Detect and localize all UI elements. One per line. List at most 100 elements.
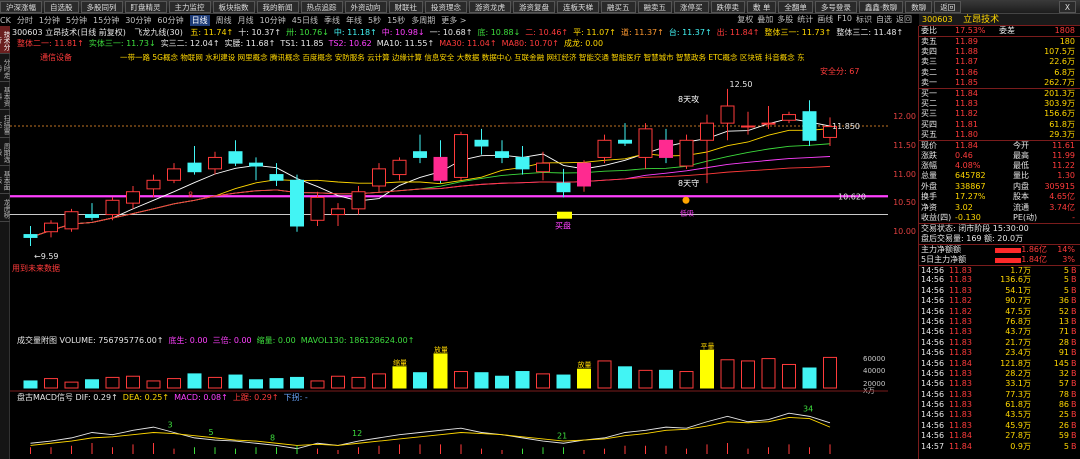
- chart-tool-3[interactable]: 统计: [797, 14, 813, 25]
- period-5[interactable]: 30分钟: [125, 15, 151, 26]
- bid-row-3: 买四 11.81 61.8万: [919, 120, 1080, 130]
- toolbar-button-23[interactable]: 返回: [934, 0, 962, 13]
- chart-tool-2[interactable]: 多股: [777, 14, 793, 25]
- candle: [474, 139, 489, 147]
- tick-row-7-cell-3: 28: [1058, 337, 1069, 347]
- chart-tool-7[interactable]: 自选: [876, 14, 892, 25]
- quote-panel: 300603 立昂技术 委比 17.53% 委差 1808 卖五 11.89 180 卖四 11…: [919, 14, 1080, 459]
- toolbar-button-4[interactable]: 主力监控: [168, 0, 211, 13]
- toolbar-button-21[interactable]: 鑫鑫·数聊: [858, 0, 904, 13]
- chart-tool-0[interactable]: 复权: [737, 14, 753, 25]
- tick-row-5-cell-0: 14:56: [921, 316, 945, 326]
- period-4[interactable]: 15分钟: [93, 15, 119, 26]
- toolbar-button-12[interactable]: 游资复盘: [513, 0, 555, 13]
- stat-row-2: 涨幅 4.08% 最低 11.22: [919, 161, 1080, 171]
- tick-row-9-cell-4: B: [1071, 358, 1077, 368]
- sidebar-tab-6[interactable]: 龙虎榜: [0, 194, 10, 222]
- toolbar-button-1[interactable]: 自选股: [44, 0, 79, 13]
- vol-legend-item-3: 缩量: 0.00: [256, 336, 296, 345]
- sidebar-tab-3[interactable]: 扫描雷达: [0, 110, 10, 138]
- volume-bar: [495, 375, 509, 389]
- chart-tool-1[interactable]: 叠加: [757, 14, 773, 25]
- toolbar-button-2[interactable]: 多股同列: [80, 0, 123, 13]
- tick-row-8-cell-0: 14:56: [921, 348, 945, 358]
- candle: [700, 122, 714, 141]
- toolbar-button-9[interactable]: 财联社: [388, 0, 423, 13]
- tick-row-11-cell-1: 11.83: [949, 379, 972, 389]
- after-hours-cell-0: 盘后交易量: 169 额: 20.0万: [921, 233, 1024, 243]
- period-14[interactable]: 5秒: [368, 15, 381, 26]
- tick-row-11-cell-0: 14:56: [921, 379, 945, 389]
- toolbar-button-15[interactable]: 融卖五: [637, 0, 672, 13]
- period-1[interactable]: 分时: [17, 15, 33, 26]
- period-16[interactable]: 多周期: [411, 15, 435, 26]
- period-3[interactable]: 5分钟: [66, 15, 87, 26]
- period-17[interactable]: 更多 >: [441, 15, 466, 26]
- tick-row-8-cell-2: 23.4万: [1005, 348, 1031, 358]
- smile-icon: [682, 196, 690, 204]
- tick-row-9: 14:56 11.84 121.8万 145 B: [919, 359, 1080, 369]
- bid-row-1: 买二 11.83 303.9万: [919, 99, 1080, 109]
- tick-row-2: 14:56 11.83 54.1万 5 B: [919, 286, 1080, 296]
- price-axis: 12.00 11.50 11.00 10.50 10.00: [888, 26, 918, 459]
- toolbar-button-8[interactable]: 外资动向: [344, 0, 387, 13]
- period-6[interactable]: 60分钟: [157, 15, 183, 26]
- period-7[interactable]: 日线: [189, 14, 210, 26]
- sidebar-tab-1[interactable]: 分时走势: [0, 54, 10, 82]
- period-9[interactable]: 月线: [238, 15, 254, 26]
- toolbar-button-5[interactable]: 板块指数: [212, 0, 255, 13]
- toolbar-button-7[interactable]: 热点追踪: [300, 0, 343, 13]
- period-8[interactable]: 周线: [216, 15, 232, 26]
- chart-tool-5[interactable]: F10: [837, 14, 852, 25]
- close-button[interactable]: X: [1058, 1, 1076, 13]
- tick-row-13-cell-3: 86: [1058, 400, 1069, 410]
- chart-tool-6[interactable]: 标识: [856, 14, 872, 25]
- period-10[interactable]: 10分钟: [260, 15, 286, 26]
- period-11[interactable]: 45日线: [292, 15, 318, 26]
- macd-legend: 盘古MACD信号 DIF: 0.29↑ DEA: 0.25↑ MACD: 0.08↑…: [12, 392, 308, 403]
- sidebar-tab-4[interactable]: 周期选股: [0, 138, 10, 166]
- chart-tool-8[interactable]: 返回: [896, 14, 912, 25]
- ask-row-4: 卖一 11.85 262.7万: [919, 78, 1080, 88]
- candle: [105, 199, 120, 216]
- toolbar-button-14[interactable]: 融买五: [601, 0, 636, 13]
- sidebar-tab-2[interactable]: 基本资料: [0, 82, 10, 110]
- toolbar-button-17[interactable]: 跌停卖: [710, 0, 745, 13]
- period-2[interactable]: 1分钟: [39, 15, 60, 26]
- toolbar-button-20[interactable]: 多号登录: [814, 0, 857, 13]
- tick-row-9-cell-3: 145: [1053, 358, 1069, 368]
- tick-row-17-cell-2: 0.9万: [1010, 441, 1031, 451]
- volume-bar: [536, 373, 550, 389]
- trade-status: 交易状态: 闭市阶段 15:30:00: [919, 223, 1080, 233]
- period-13[interactable]: 年线: [346, 15, 362, 26]
- toolbar-button-3[interactable]: 盯盘精灵: [124, 0, 167, 13]
- volume-bar: [351, 376, 366, 389]
- tick-row-3: 14:56 11.82 90.7万 36 B: [919, 296, 1080, 306]
- toolbar-button-11[interactable]: 游资龙虎: [469, 0, 511, 13]
- order-book: 委比 17.53% 委差 1808 卖五 11.89 180 卖四 11.88 107.5万 卖三 1…: [919, 26, 1080, 452]
- period-15[interactable]: 15秒: [387, 15, 405, 26]
- bid-row-4: 买五 11.80 29.3万: [919, 130, 1080, 140]
- tick-row-5-cell-2: 76.8万: [1005, 316, 1031, 326]
- toolbar-button-13[interactable]: 连板天梯: [557, 0, 599, 13]
- period-0[interactable]: CK: [0, 16, 11, 25]
- tick-row-1: 14:56 11.83 136.6万 5 B: [919, 275, 1080, 285]
- toolbar-button-6[interactable]: 我的新闻: [256, 0, 299, 13]
- toolbar-button-19[interactable]: 全翻单: [778, 0, 813, 13]
- volume-bar: [782, 363, 796, 389]
- chart-area[interactable]: 300603 立昂技术(日线 前复权) 飞龙九线(30) 五: 11.74↑ 十:…: [10, 26, 918, 459]
- sidebar-tab-0[interactable]: 技术分析: [0, 26, 10, 54]
- sidebar-tab-5[interactable]: 基本面板: [0, 166, 10, 194]
- candle: [413, 151, 427, 158]
- period-12[interactable]: 季线: [324, 15, 340, 26]
- toolbar-button-10[interactable]: 投资理念: [425, 0, 467, 13]
- price-tick-2: 11.00: [893, 169, 916, 179]
- chart-tool-4[interactable]: 画线: [817, 14, 833, 25]
- volume-bar: [577, 368, 591, 389]
- toolbar-button-0[interactable]: 沪深涨幅: [0, 0, 42, 13]
- ask-row-1-cell-0: 卖四: [921, 46, 937, 56]
- toolbar-button-22[interactable]: 数聊: [905, 0, 933, 13]
- tick-row-14-cell-4: B: [1071, 410, 1077, 420]
- toolbar-button-18[interactable]: 敷 单: [747, 0, 777, 13]
- toolbar-button-16[interactable]: 涨停买: [674, 0, 709, 13]
